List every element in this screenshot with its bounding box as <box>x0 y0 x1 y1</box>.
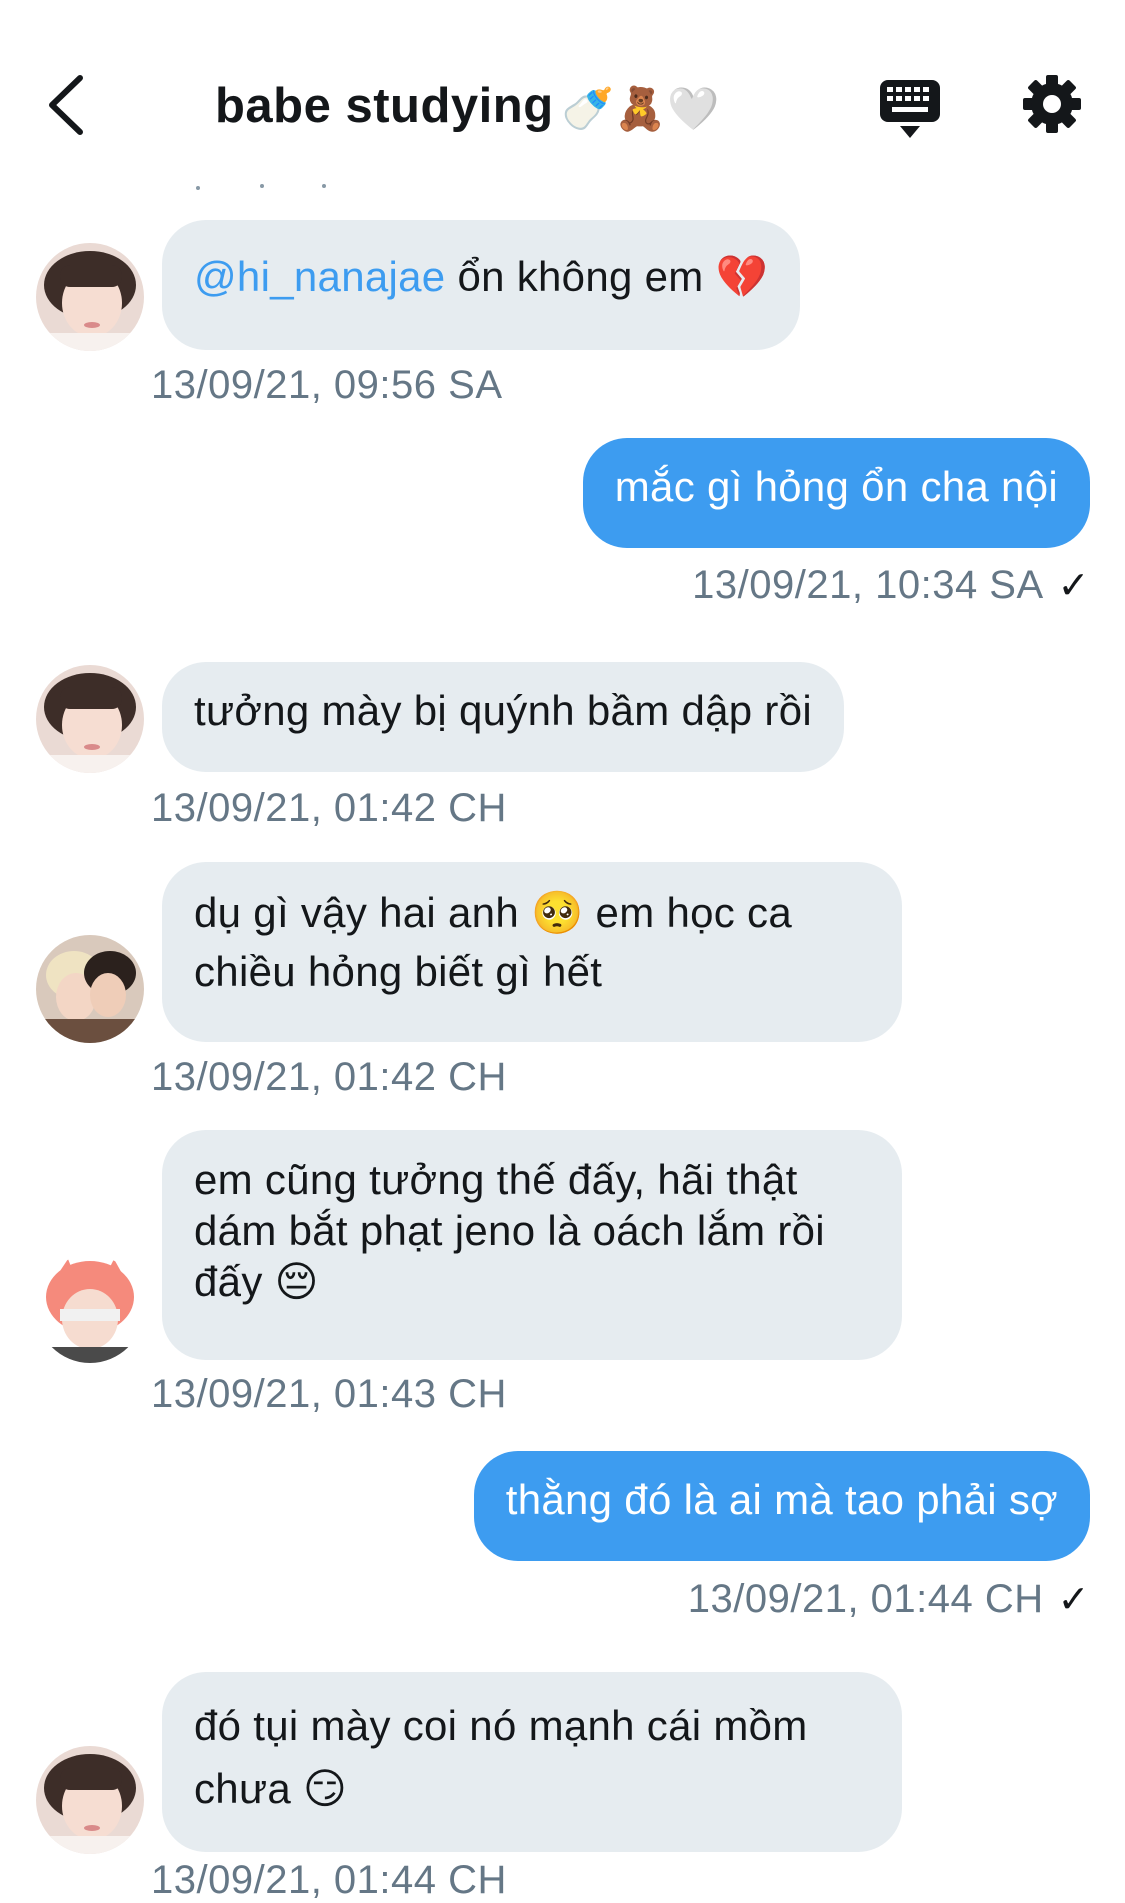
keyboard-icon <box>880 80 940 138</box>
message-text: em cũng tưởng thế đấy, hãi thật dám bắt … <box>194 1156 825 1306</box>
user-avatar-1 <box>36 1746 144 1854</box>
message-bubble[interactable]: tưởng mày bị quýnh bầm dập rồi <box>162 662 844 772</box>
message-text: dụ gì vậy hai anh 🥺 em học ca chiều hỏng… <box>194 889 792 995</box>
message-timestamp: 13/09/21, 01:43 CH <box>151 1372 507 1416</box>
avatar[interactable] <box>36 243 144 351</box>
message-bubble[interactable]: đó tụi mày coi nó mạnh cái mồm chưa 😏 <box>162 1672 902 1852</box>
message-bubble[interactable]: dụ gì vậy hai anh 🥺 em học ca chiều hỏng… <box>162 862 902 1042</box>
message-timestamp: 13/09/21, 09:56 SA <box>151 363 503 407</box>
message-bubble[interactable]: thằng đó là ai mà tao phải sợ <box>473 1451 1090 1561</box>
message-bubble[interactable]: @hi_nanajae ổn không em 💔 <box>162 220 801 350</box>
conversation-title-text: babe studying <box>215 79 554 133</box>
message-timestamp: 13/09/21, 01:44 CH ✓ <box>688 1577 1090 1622</box>
message-timestamp: 13/09/21, 10:34 SA ✓ <box>692 563 1090 608</box>
user-avatar-1 <box>36 665 144 773</box>
message-text: ổn không em 💔 <box>445 253 769 300</box>
settings-button[interactable] <box>1022 74 1082 134</box>
message-text: thằng đó là ai mà tao phải sợ <box>505 1476 1058 1523</box>
scroll-overflow-marks <box>196 184 326 190</box>
message-bubble[interactable]: em cũng tưởng thế đấy, hãi thật dám bắt … <box>162 1130 902 1360</box>
gear-icon <box>1023 75 1081 133</box>
user-avatar-3 <box>36 1255 144 1363</box>
message-timestamp: 13/09/21, 01:42 CH <box>151 1055 507 1099</box>
keyboard-button[interactable] <box>878 76 942 140</box>
checkmark-icon: ✓ <box>1057 1579 1090 1621</box>
avatar[interactable] <box>36 1255 144 1363</box>
timestamp-text: 13/09/21, 01:44 CH <box>687 1577 1044 1621</box>
avatar[interactable] <box>36 665 144 773</box>
checkmark-icon: ✓ <box>1057 565 1090 607</box>
message-timestamp: 13/09/21, 01:42 CH <box>151 786 507 830</box>
message-bubble[interactable]: mắc gì hỏng ổn cha nội <box>582 438 1090 548</box>
message-text: mắc gì hỏng ổn cha nội <box>614 463 1058 510</box>
title-emoji: 🍼🧸🤍 <box>561 84 721 132</box>
avatar[interactable] <box>36 935 144 1043</box>
user-avatar-2 <box>36 935 144 1043</box>
timestamp-text: 13/09/21, 10:34 SA <box>692 563 1044 607</box>
message-text: tưởng mày bị quýnh bầm dập rồi <box>194 687 812 734</box>
back-button[interactable] <box>40 70 100 140</box>
user-avatar-1 <box>36 243 144 351</box>
user-mention[interactable]: @hi_nanajae <box>194 253 445 300</box>
chevron-left-icon <box>49 75 83 135</box>
chat-header: babe studying 🍼🧸🤍 <box>0 0 1125 180</box>
message-timestamp: 13/09/21, 01:44 CH <box>151 1858 507 1902</box>
conversation-title[interactable]: babe studying 🍼🧸🤍 <box>215 78 720 134</box>
avatar[interactable] <box>36 1746 144 1854</box>
message-text: đó tụi mày coi nó mạnh cái mồm chưa 😏 <box>194 1702 808 1812</box>
